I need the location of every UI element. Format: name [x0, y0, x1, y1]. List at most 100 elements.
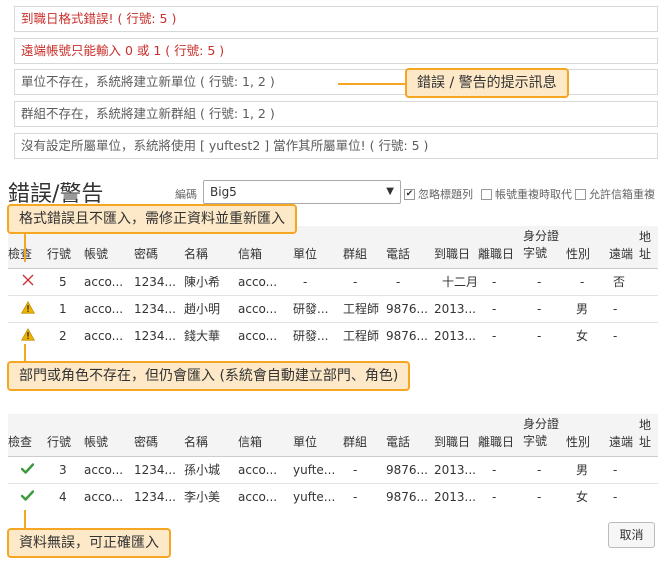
- checkbox-unchecked-icon: [575, 188, 586, 200]
- phone-cell: 9876...: [386, 455, 434, 483]
- callout-connector: [24, 510, 26, 530]
- valid-table: 檢查 行號 帳號 密碼 名稱 信箱 單位 群組 電話 到職日 離職日 身分證 字…: [8, 414, 658, 510]
- table-row: 5 acco... 1234... 陳小希 acco... - - - 十二月 …: [8, 267, 658, 295]
- account-cell: acco...: [84, 321, 134, 349]
- leave-date-cell: -: [478, 267, 524, 295]
- column-header: 地址: [639, 226, 658, 269]
- callout-connector: [338, 83, 408, 85]
- allow-duplicate-email-label: 允許信箱重複: [589, 188, 655, 201]
- gender-cell: 女: [566, 482, 609, 510]
- gender-cell: -: [566, 267, 610, 295]
- warning-status-cell: [8, 321, 47, 349]
- group-cell: -: [343, 267, 386, 295]
- line-cell: 2: [47, 321, 84, 349]
- column-header: 密碼: [134, 414, 184, 457]
- gender-cell: 女: [566, 321, 610, 349]
- checkbox-unchecked-icon: [481, 188, 492, 200]
- table-row: 4 acco... 1234... 李小美 acco... yufte... -…: [8, 482, 658, 510]
- unit-cell: -: [293, 267, 343, 295]
- error-status-cell: [8, 267, 47, 295]
- unit-cell: 研發...: [293, 321, 343, 349]
- email-cell: acco...: [238, 294, 293, 322]
- password-cell: 1234...: [134, 294, 184, 322]
- line-cell: 3: [47, 455, 84, 483]
- callout-valid-import: 資料無誤，可正確匯入: [7, 528, 171, 558]
- name-cell: 李小美: [184, 482, 238, 510]
- account-cell: acco...: [84, 267, 134, 295]
- gender-cell: 男: [566, 455, 609, 483]
- allow-duplicate-email-checkbox[interactable]: 允許信箱重複: [575, 186, 655, 202]
- email-cell: acco...: [238, 321, 293, 349]
- email-cell: acco...: [238, 267, 293, 295]
- column-header: 單位: [293, 226, 343, 269]
- column-header: 信箱: [238, 414, 293, 457]
- password-cell: 1234...: [134, 482, 184, 510]
- group-cell: -: [343, 455, 386, 483]
- table-row: 2 acco... 1234... 錢大華 acco... 研發... 工程師 …: [8, 321, 658, 349]
- account-cell: acco...: [84, 455, 134, 483]
- name-cell: 錢大華: [184, 321, 238, 349]
- name-cell: 陳小希: [184, 267, 238, 295]
- password-cell: 1234...: [134, 455, 184, 483]
- ignore-title-label: 忽略標題列: [418, 188, 473, 201]
- table-header-row: 檢查 行號 帳號 密碼 名稱 信箱 單位 群組 電話 到職日 離職日 身分證 字…: [8, 414, 658, 457]
- message-item: 遠端帳號只能輸入 0 或 1 ( 行號: 5 ): [14, 38, 658, 64]
- phone-cell: 9876...: [386, 482, 434, 510]
- unit-cell: 研發...: [293, 294, 343, 322]
- column-header: 性別: [566, 226, 610, 269]
- address-cell: [639, 455, 658, 483]
- id-number-cell: -: [523, 455, 566, 483]
- name-cell: 趙小明: [184, 294, 238, 322]
- import-toolbar: 編碼 Big5 ▼ ✔ 忽略標題列 帳號重複時取代 允許信箱重複: [175, 180, 660, 206]
- column-header: 性別: [566, 414, 609, 457]
- ok-status-cell: [8, 482, 47, 510]
- message-item: 群組不存在，系統將建立新群組 ( 行號: 1, 2 ): [14, 101, 658, 127]
- checkmark-icon: [20, 490, 35, 501]
- phone-cell: 9876...: [386, 294, 434, 322]
- email-cell: acco...: [238, 482, 293, 510]
- table-row: 3 acco... 1234... 孫小城 acco... yufte... -…: [8, 455, 658, 483]
- id-number-cell: -: [523, 267, 567, 295]
- cancel-button[interactable]: 取消: [608, 522, 655, 548]
- address-cell: [639, 321, 658, 349]
- column-header: 離職日: [478, 414, 523, 457]
- callout-warning-import: 部門或角色不存在，但仍會匯入 (系統會自動建立部門、角色): [7, 361, 411, 391]
- callout-messages-hint: 錯誤 / 警告的提示訊息: [405, 68, 569, 98]
- ignore-title-checkbox[interactable]: ✔ 忽略標題列: [404, 186, 473, 202]
- table-row: 1 acco... 1234... 趙小明 acco... 研發... 工程師 …: [8, 294, 658, 322]
- phone-cell: -: [386, 267, 434, 295]
- hire-date-cell: 2013...: [434, 482, 478, 510]
- leave-date-cell: -: [478, 294, 524, 322]
- encoding-select[interactable]: Big5 ▼: [203, 180, 401, 204]
- column-header: 地址: [639, 414, 658, 457]
- encoding-value: Big5: [210, 185, 237, 199]
- password-cell: 1234...: [134, 267, 184, 295]
- id-number-cell: -: [523, 294, 567, 322]
- column-header: 到職日: [434, 226, 479, 269]
- unit-cell: yufte...: [293, 455, 343, 483]
- cross-error-icon: [22, 274, 33, 286]
- chevron-down-icon: ▼: [386, 186, 394, 197]
- column-header: 電話: [386, 414, 434, 457]
- gender-cell: 男: [566, 294, 610, 322]
- hire-date-cell: 2013...: [434, 455, 478, 483]
- group-cell: 工程師: [343, 321, 386, 349]
- name-cell: 孫小城: [184, 455, 238, 483]
- group-cell: 工程師: [343, 294, 386, 322]
- message-item: 沒有設定所屬單位，系統將使用 [ yuftest2 ] 當作其所屬單位! ( 行…: [14, 133, 658, 159]
- warning-triangle-icon: [20, 300, 35, 314]
- overwrite-duplicate-checkbox[interactable]: 帳號重複時取代: [481, 186, 572, 202]
- id-number-cell: -: [523, 482, 566, 510]
- overwrite-duplicate-label: 帳號重複時取代: [495, 188, 572, 201]
- leave-date-cell: -: [478, 482, 523, 510]
- checkbox-checked-icon: ✔: [404, 188, 415, 200]
- errors-table: 檢查 行號 帳號 密碼 名稱 信箱 單位 群組 電話 到職日 離職日 身分證 字…: [8, 226, 658, 349]
- hire-date-cell: 2013...: [434, 294, 479, 322]
- column-header: 遠端: [609, 226, 640, 269]
- password-cell: 1234...: [134, 321, 184, 349]
- remote-cell: -: [609, 455, 639, 483]
- checkmark-icon: [20, 462, 35, 474]
- warning-status-cell: [8, 294, 47, 322]
- column-header: 到職日: [434, 414, 478, 457]
- account-cell: acco...: [84, 294, 134, 322]
